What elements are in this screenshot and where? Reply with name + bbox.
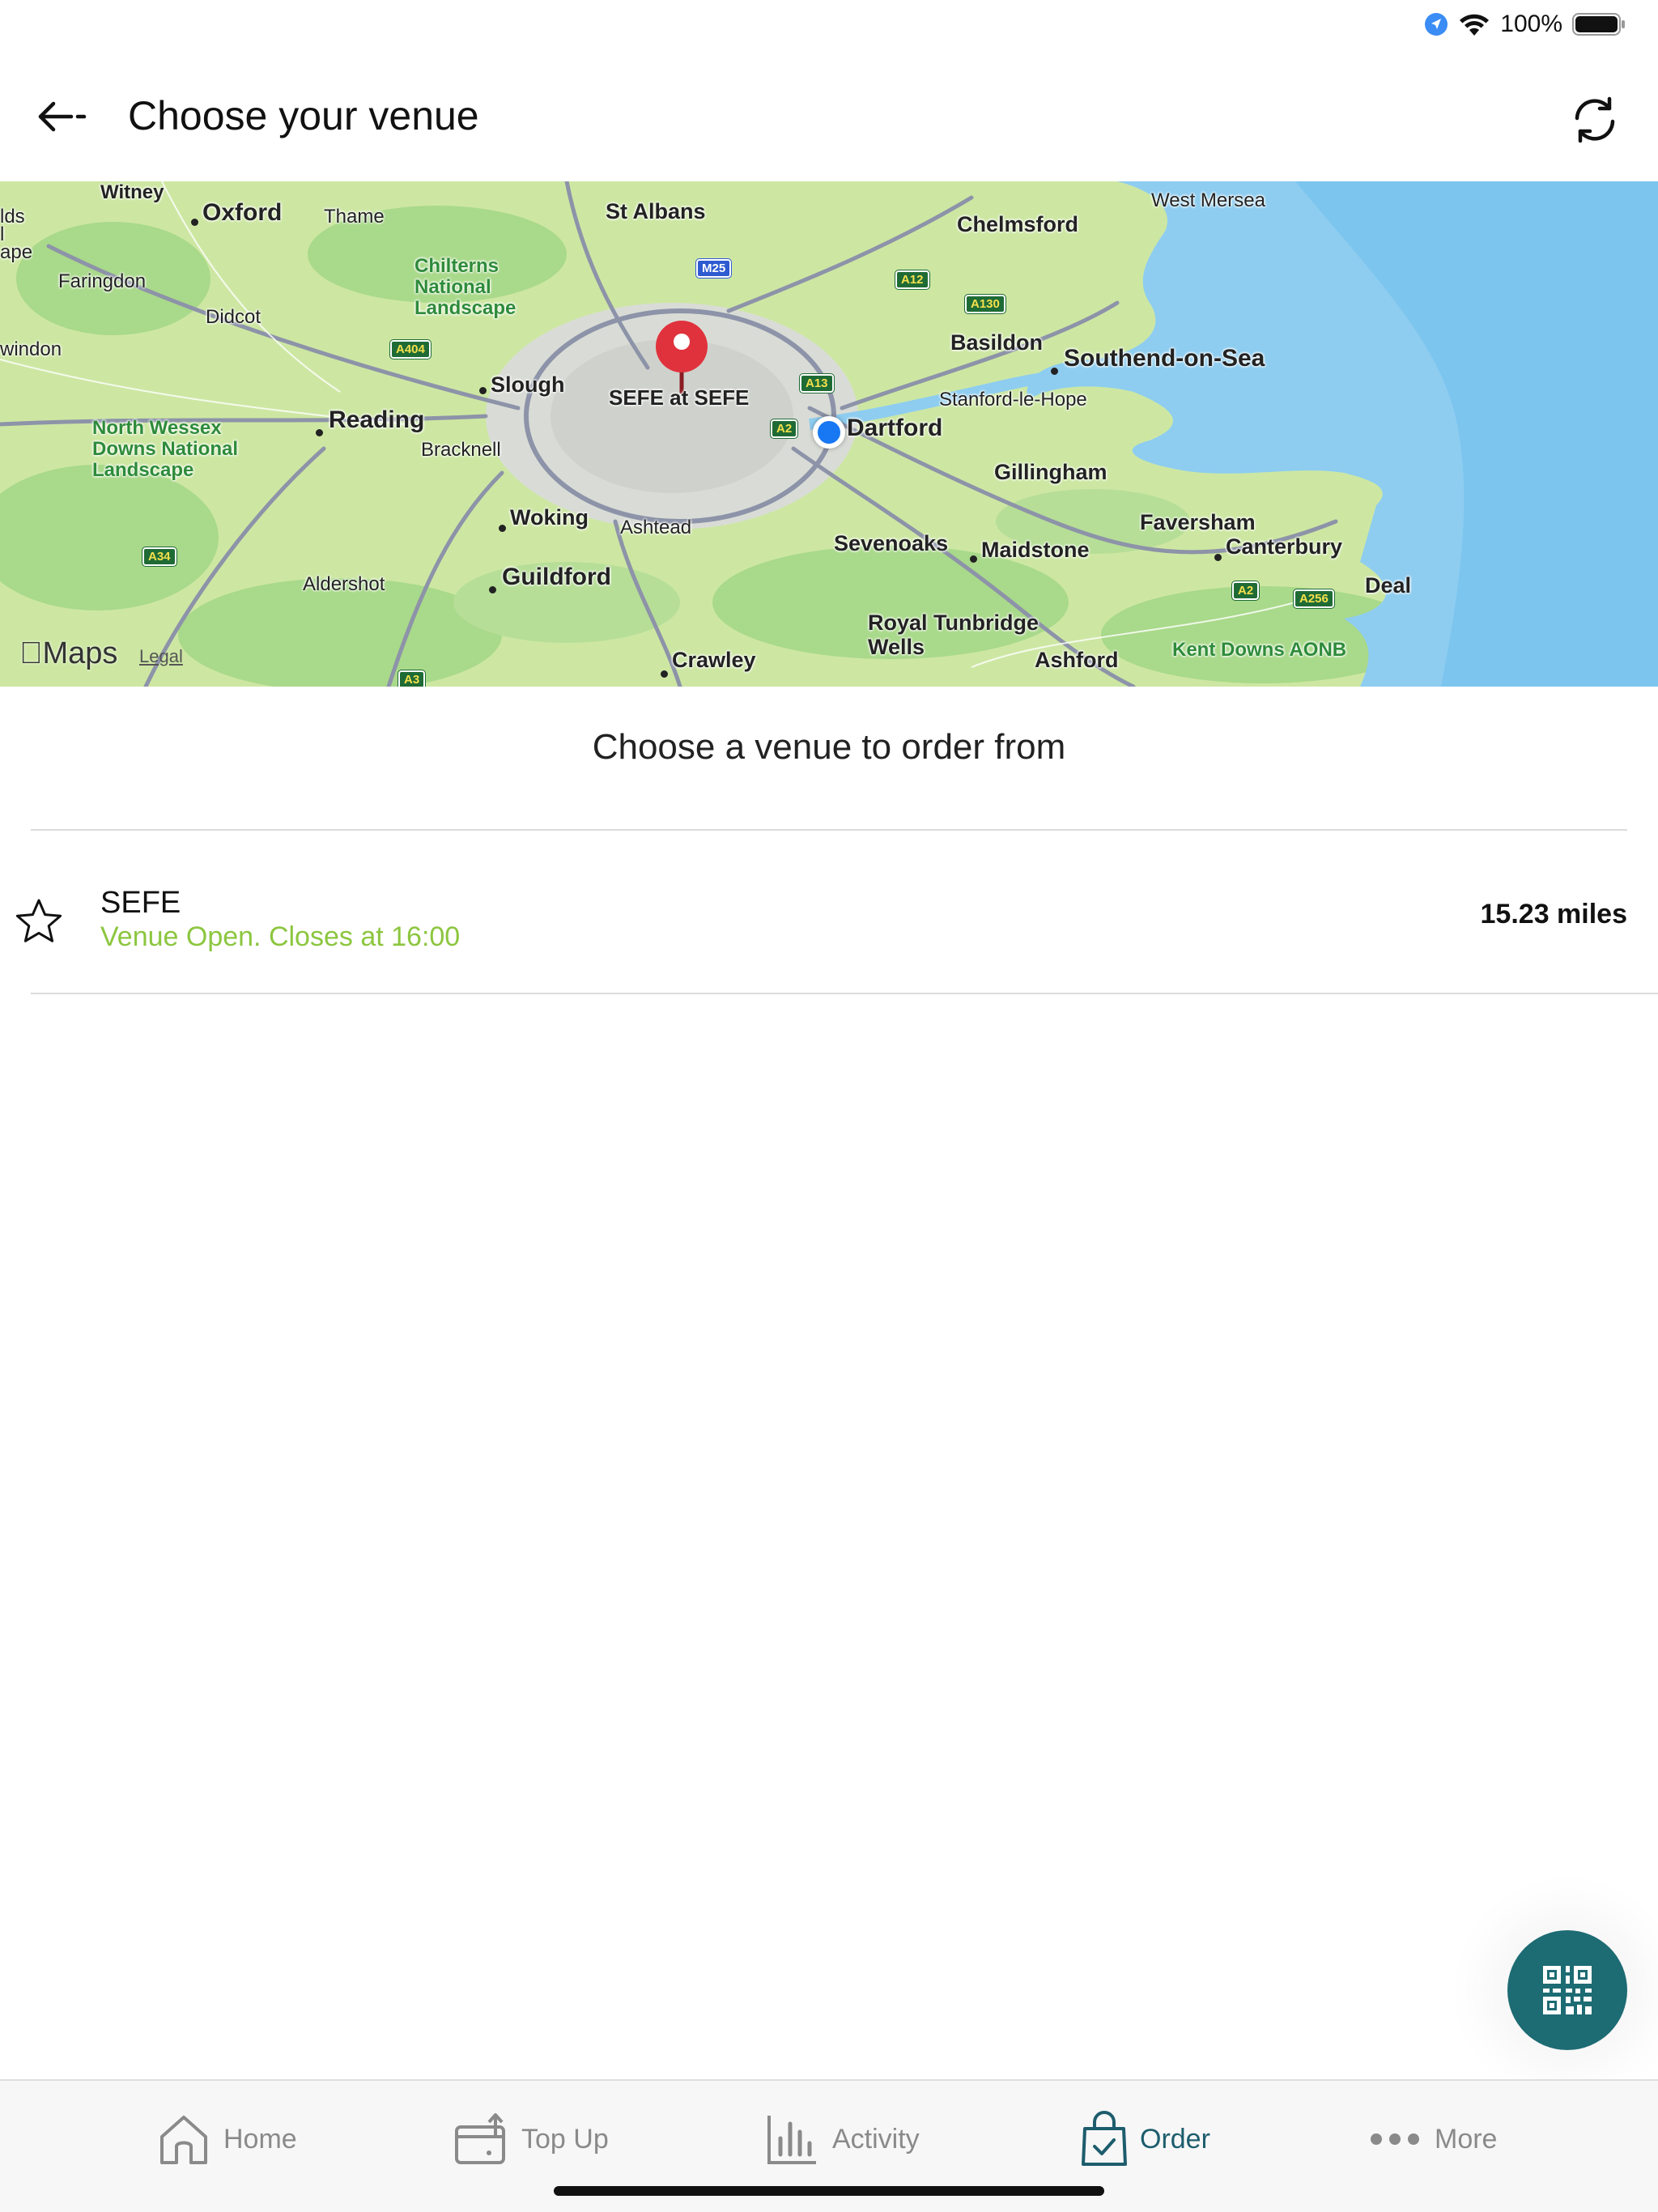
map-place-dot bbox=[191, 219, 198, 226]
map-place-label: Reading bbox=[329, 406, 425, 433]
map-place-dot bbox=[970, 555, 977, 563]
venue-name: SEFE bbox=[100, 886, 181, 920]
map-place-label: Ashtead bbox=[620, 517, 692, 538]
favorite-button[interactable] bbox=[13, 895, 65, 947]
qr-scan-button[interactable] bbox=[1507, 1930, 1627, 2050]
tab-label: More bbox=[1435, 2123, 1498, 2155]
road-shield: A2 bbox=[1231, 581, 1261, 601]
map-place-label: Oxford bbox=[202, 199, 283, 226]
tab-label: Home bbox=[223, 2123, 297, 2155]
map-place-label: Stanford-le-Hope bbox=[939, 389, 1087, 410]
road-shield: A2 bbox=[769, 419, 799, 439]
header: Choose your venue bbox=[0, 49, 1658, 181]
venue-list-item[interactable]: SEFE Venue Open. Closes at 16:00 15.23 m… bbox=[0, 831, 1658, 993]
map-place-label: Canterbury bbox=[1226, 534, 1343, 559]
map-place-dot bbox=[1214, 554, 1222, 561]
map-place-label: Royal Tunbridge Wells bbox=[868, 610, 1039, 659]
map-place-label: Bracknell bbox=[421, 439, 501, 461]
map-place-dot bbox=[661, 670, 668, 678]
map-park-label: Kent Downs AONB bbox=[1172, 639, 1347, 661]
tab-order[interactable]: Order bbox=[1080, 2107, 1210, 2172]
map-place-label: Basildon bbox=[950, 330, 1044, 355]
map-place-label: Gillingham bbox=[994, 460, 1107, 484]
map-place-dot bbox=[499, 525, 506, 532]
map-place-label: Chelmsford bbox=[957, 212, 1079, 236]
location-icon bbox=[1425, 13, 1448, 36]
map-place-label: Aldershot bbox=[303, 573, 385, 595]
refresh-icon bbox=[1575, 96, 1615, 143]
back-button[interactable] bbox=[29, 91, 94, 143]
map-place-label: windon bbox=[0, 338, 62, 360]
map-place-label: Slough bbox=[491, 372, 565, 397]
map-place-label: West Mersea bbox=[1151, 189, 1265, 211]
road-shield: A256 bbox=[1293, 589, 1335, 609]
map-place-label: Thame bbox=[324, 206, 385, 228]
user-location-dot bbox=[813, 416, 845, 449]
wifi-icon bbox=[1460, 14, 1490, 36]
map-place-label: Maidstone bbox=[981, 538, 1090, 562]
map-place-label: Faringdon bbox=[58, 270, 147, 292]
order-bag-icon bbox=[1082, 2111, 1127, 2166]
road-shield: A3 bbox=[397, 670, 427, 687]
map-place-label: Dartford bbox=[847, 415, 943, 441]
apple-logo-icon:  bbox=[19, 636, 43, 670]
maps-legal-link[interactable]: Legal bbox=[139, 646, 183, 667]
map-place-dot bbox=[489, 586, 496, 593]
map-place-dot bbox=[1051, 368, 1058, 375]
tab-activity[interactable]: Activity bbox=[764, 2107, 920, 2172]
divider bbox=[31, 993, 1658, 994]
tab-label: Order bbox=[1140, 2123, 1210, 2155]
venue-distance: 15.23 miles bbox=[1480, 899, 1627, 929]
refresh-button[interactable] bbox=[1564, 89, 1626, 151]
top-up-icon bbox=[455, 2113, 505, 2164]
battery-icon bbox=[1572, 13, 1625, 36]
map-place-label: Witney bbox=[100, 181, 164, 203]
venue-pin-label: SEFE at SEFE bbox=[609, 385, 750, 410]
map-place-dot bbox=[316, 429, 323, 436]
tab-home[interactable]: Home bbox=[155, 2107, 297, 2172]
battery-percent: 100% bbox=[1500, 11, 1562, 37]
tab-label: Top Up bbox=[521, 2123, 609, 2155]
map-place-label: Guildford bbox=[502, 564, 611, 590]
page-title: Choose your venue bbox=[128, 93, 479, 138]
map-place-label: Sevenoaks bbox=[834, 531, 949, 555]
road-shield: A13 bbox=[799, 373, 835, 393]
map-place-label: Southend-on-Sea bbox=[1064, 345, 1265, 372]
map-place-label: Woking bbox=[510, 505, 589, 530]
maps-brand: Maps bbox=[19, 636, 117, 670]
venue-status: Venue Open. Closes at 16:00 bbox=[100, 921, 461, 952]
activity-chart-icon bbox=[767, 2116, 816, 2164]
star-outline-icon bbox=[15, 899, 62, 942]
road-shield: A34 bbox=[142, 547, 177, 567]
tab-more[interactable]: More bbox=[1367, 2107, 1497, 2172]
map-place-label: ape bbox=[0, 241, 33, 263]
map-park-label: Chilterns National Landscape bbox=[414, 255, 517, 319]
road-shield: M25 bbox=[695, 258, 733, 279]
map-place-dot bbox=[479, 387, 487, 394]
venue-list-heading: Choose a venue to order from bbox=[592, 727, 1066, 767]
tab-top-up[interactable]: Top Up bbox=[453, 2107, 609, 2172]
venue-map[interactable]: lds l ape Witney Oxford Thame St Albans … bbox=[0, 181, 1658, 687]
qr-code-icon bbox=[1543, 1966, 1592, 2014]
tab-label: Activity bbox=[832, 2123, 920, 2155]
map-place-label: Crawley bbox=[672, 648, 756, 672]
status-bar: 100% bbox=[0, 0, 1658, 49]
home-icon bbox=[160, 2116, 207, 2164]
more-dots-icon bbox=[1371, 2133, 1419, 2145]
home-indicator[interactable] bbox=[554, 2186, 1104, 2196]
status-indicators: 100% bbox=[1424, 8, 1626, 40]
map-place-label: Faversham bbox=[1140, 510, 1256, 534]
back-arrow-icon bbox=[38, 101, 87, 132]
road-shield: A12 bbox=[895, 270, 930, 290]
map-place-label: St Albans bbox=[606, 199, 706, 223]
map-park-label: North Wessex Downs National Landscape bbox=[92, 417, 239, 481]
road-shield: A130 bbox=[964, 294, 1006, 314]
map-place-label: Didcot bbox=[206, 306, 261, 328]
map-place-label: Ashford bbox=[1035, 648, 1119, 672]
map-place-label: Deal bbox=[1365, 573, 1412, 598]
road-shield: A404 bbox=[389, 339, 432, 359]
